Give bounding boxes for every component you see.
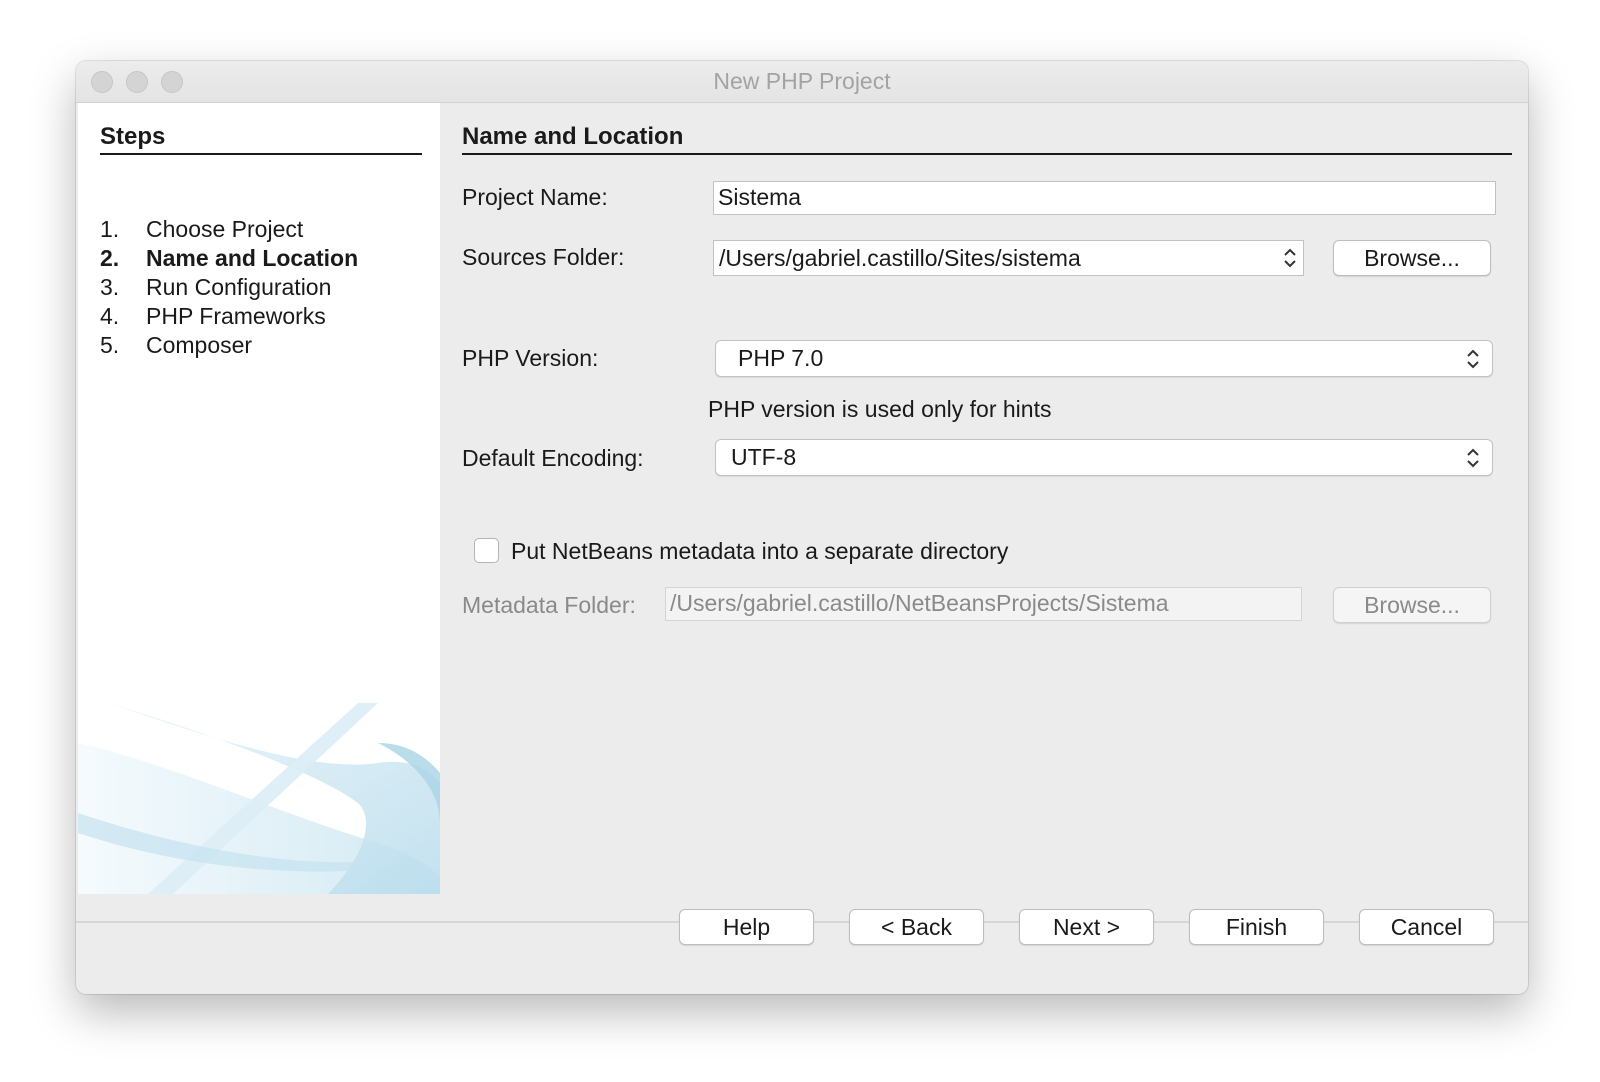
steps-heading: Steps (100, 123, 422, 155)
chevron-updown-icon (1467, 349, 1479, 369)
chevron-updown-icon[interactable] (1283, 247, 1297, 269)
next-button[interactable]: Next > (1019, 909, 1154, 945)
step-item-run-configuration: 3. Run Configuration (100, 273, 331, 302)
metadata-folder-input: /Users/gabriel.castillo/NetBeansProjects… (665, 587, 1302, 621)
sources-folder-label: Sources Folder: (462, 244, 625, 270)
step-number: 2. (100, 245, 120, 271)
php-version-select[interactable]: PHP 7.0 (715, 340, 1493, 377)
window-title: New PHP Project (713, 68, 891, 94)
step-label: Composer (146, 332, 253, 358)
content-heading: Name and Location (462, 123, 1512, 155)
project-name-label: Project Name: (462, 184, 608, 210)
new-php-project-dialog: New PHP Project Steps 1. Choose Project 2… (76, 61, 1528, 994)
step-label: Run Configuration (146, 274, 332, 300)
project-name-input[interactable]: Sistema (713, 181, 1496, 215)
metadata-browse-button: Browse... (1333, 587, 1491, 623)
default-encoding-select[interactable]: UTF-8 (715, 439, 1493, 476)
finish-button[interactable]: Finish (1189, 909, 1324, 945)
step-label: PHP Frameworks (146, 303, 326, 329)
step-item-choose-project: 1. Choose Project (100, 215, 303, 244)
metadata-separate-checkbox[interactable] (474, 538, 499, 563)
step-label: Choose Project (146, 216, 304, 242)
sources-folder-combo[interactable]: /Users/gabriel.castillo/Sites/sistema (713, 240, 1304, 276)
step-number: 3. (100, 274, 120, 300)
metadata-separate-label[interactable]: Put NetBeans metadata into a separate di… (511, 537, 1008, 565)
php-version-value: PHP 7.0 (738, 345, 824, 371)
step-item-composer: 5. Composer (100, 331, 252, 360)
default-encoding-label: Default Encoding: (462, 445, 644, 471)
netbeans-swoosh-decoration (78, 703, 440, 894)
step-number: 1. (100, 216, 120, 242)
steps-panel: Steps 1. Choose Project 2. Name and Locati… (78, 103, 440, 894)
step-number: 4. (100, 303, 120, 329)
php-version-label: PHP Version: (462, 345, 599, 371)
step-number: 5. (100, 332, 120, 358)
chevron-updown-icon (1467, 448, 1479, 468)
sources-folder-value: /Users/gabriel.castillo/Sites/sistema (719, 245, 1081, 271)
sources-browse-button[interactable]: Browse... (1333, 240, 1491, 276)
default-encoding-value: UTF-8 (731, 444, 797, 470)
step-item-php-frameworks: 4. PHP Frameworks (100, 302, 326, 331)
help-button[interactable]: Help (679, 909, 814, 945)
php-version-hint: PHP version is used only for hints (708, 396, 1052, 422)
metadata-folder-label: Metadata Folder: (462, 592, 636, 618)
cancel-button[interactable]: Cancel (1359, 909, 1494, 945)
back-button[interactable]: < Back (849, 909, 984, 945)
step-label: Name and Location (146, 245, 359, 271)
step-item-name-and-location: 2. Name and Location (100, 244, 358, 273)
titlebar[interactable]: New PHP Project (76, 61, 1528, 103)
